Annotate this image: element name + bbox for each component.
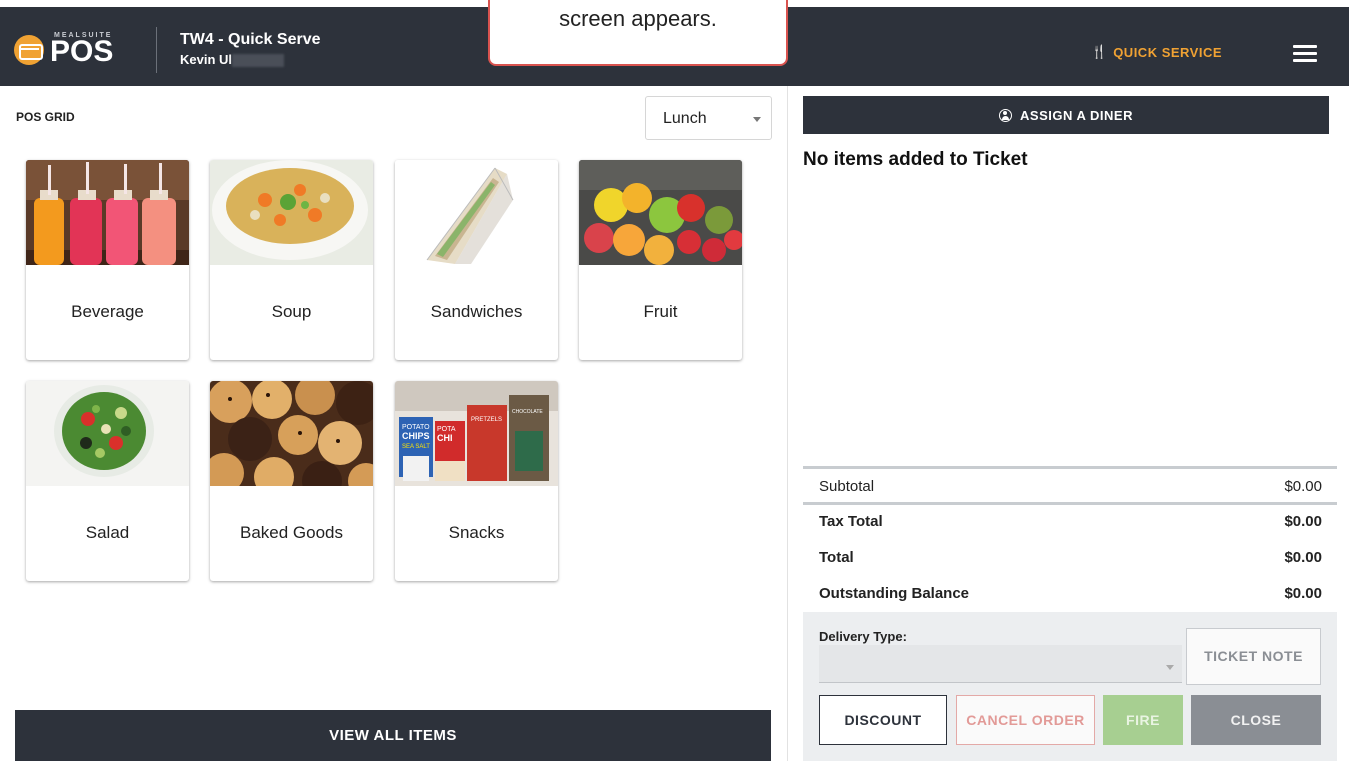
category-tile-soup[interactable]: Soup [210,160,373,360]
delivery-type-select[interactable] [819,645,1182,683]
subtotal-row: Subtotal $0.00 [819,478,1322,495]
tile-label: Baked Goods [239,523,343,542]
ticket-note-button[interactable]: TICKET NOTE [1186,628,1321,685]
tile-label: Sandwiches [430,302,523,321]
category-tile-fruit[interactable]: Fruit [579,160,742,360]
user-circle-icon [999,108,1013,122]
hamburger-icon[interactable] [1293,45,1317,63]
category-tile-beverage[interactable]: Beverage [26,160,189,360]
snack-pack-label: CHIPS [402,431,430,441]
store-title: TW4 - Quick Serve [180,31,321,48]
category-tile-salad[interactable]: Salad [26,381,189,581]
pos-grid-title: POS GRID [16,110,75,124]
card-icon [14,35,44,65]
delivery-type-label: Delivery Type: [819,629,907,644]
header-divider [156,27,157,73]
ticket-actions-panel: Delivery Type: TICKET NOTE DISCOUNT CANC… [803,612,1337,761]
snacks-image: POTATO CHIPS SEA SALT POTA CHI PRETZELS … [395,381,558,486]
snack-pack-label: CHOCOLATE [512,409,543,415]
mode-indicator[interactable]: 🍴 QUICK SERVICE [1091,44,1222,60]
sandwiches-image [395,160,558,265]
tile-label: Beverage [71,302,144,321]
snack-pack-label: CHI [437,433,453,443]
snack-pack-label: POTATO [402,424,430,431]
mode-label: QUICK SERVICE [1113,44,1223,60]
tile-label: Salad [85,523,130,542]
tax-total-label: Tax Total [819,513,883,530]
tile-label: Snacks [448,523,505,542]
snack-pack-label: PRETZELS [471,417,502,423]
total-value: $0.00 [1284,549,1322,566]
panel-divider [787,86,788,761]
caret-down-icon [1166,665,1174,670]
total-row: Total $0.00 [819,549,1322,566]
fruit-image [579,160,742,265]
redacted-name-blur [232,54,284,67]
snack-pack-label: SEA SALT [402,444,430,450]
mealsuite-pos-logo: MEALSUITE POS [14,29,134,69]
discount-button[interactable]: DISCOUNT [819,695,947,745]
caret-down-icon [753,117,761,122]
total-label: Total [819,549,854,566]
logo-pos-text: POS [50,35,114,68]
category-tile-sandwiches[interactable]: Sandwiches [395,160,558,360]
tax-total-value: $0.00 [1284,513,1322,530]
soup-image [210,160,373,265]
fire-button[interactable]: FIRE [1103,695,1183,745]
user-name: Kevin Ul [180,52,233,67]
subtotal-value: $0.00 [1284,478,1322,495]
category-tile-baked-goods[interactable]: Baked Goods [210,381,373,581]
meal-period-select[interactable]: Lunch [645,96,772,140]
summary-divider [803,502,1337,505]
callout-text: screen appears. [559,6,717,31]
snack-pack-label: POTA [437,426,456,433]
tutorial-callout: screen appears. [488,0,788,66]
fork-knife-icon: 🍴 [1091,44,1108,59]
close-button[interactable]: CLOSE [1191,695,1321,745]
pos-grid-panel: POS GRID Lunch Beverage Soup Sandwiches … [0,86,787,761]
cancel-order-button[interactable]: CANCEL ORDER [956,695,1095,745]
subtotal-label: Subtotal [819,478,875,495]
summary-divider [803,466,1337,469]
salad-image [26,381,189,486]
assign-diner-label: ASSIGN A DINER [1020,107,1133,123]
tile-label: Fruit [643,302,678,321]
view-all-items-button[interactable]: VIEW ALL ITEMS [15,710,771,761]
assign-diner-button[interactable]: ASSIGN A DINER [803,96,1329,134]
empty-ticket-message: No items added to Ticket [803,149,1028,170]
outstanding-balance-value: $0.00 [1284,585,1322,602]
category-tile-snacks[interactable]: POTATO CHIPS SEA SALT POTA CHI PRETZELS … [395,381,558,581]
baked-goods-image [210,381,373,486]
tile-label: Soup [271,302,312,321]
meal-period-value: Lunch [663,110,707,127]
tax-total-row: Tax Total $0.00 [819,513,1322,530]
outstanding-balance-label: Outstanding Balance [819,585,970,602]
beverage-image [26,160,189,265]
outstanding-balance-row: Outstanding Balance $0.00 [819,585,1322,602]
